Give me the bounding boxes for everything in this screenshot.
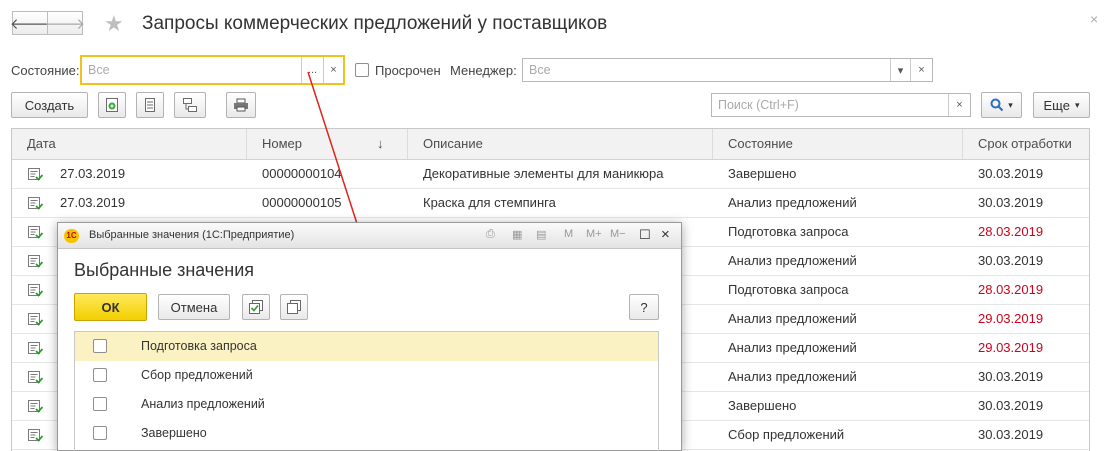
item-checkbox[interactable]: [93, 397, 107, 411]
dialog-titlebar: 1С Выбранные значения (1С:Предприятие) ⎙…: [58, 223, 681, 249]
memory-button[interactable]: M: [564, 228, 573, 240]
help-button[interactable]: ?: [629, 294, 659, 320]
uncheck-all-button[interactable]: [280, 294, 308, 320]
1c-logo-icon: 1С: [64, 229, 79, 243]
memory-minus-button[interactable]: M−: [610, 228, 626, 240]
dialog-heading: Выбранные значения: [74, 260, 255, 280]
list-item[interactable]: Завершено: [75, 419, 658, 448]
list-item[interactable]: Анализ предложений: [75, 390, 658, 419]
uncheck-all-icon: [287, 300, 301, 314]
calculator-icon[interactable]: ▦: [512, 228, 522, 241]
list-item[interactable]: Подготовка запроса: [75, 332, 658, 361]
check-all-icon: [249, 300, 263, 314]
item-checkbox[interactable]: [93, 426, 107, 440]
item-checkbox[interactable]: [93, 368, 107, 382]
values-list: Подготовка запроса Сбор предложений Анализ…: [74, 331, 659, 451]
item-label: Анализ предложений: [141, 397, 265, 411]
item-label: Подготовка запроса: [141, 339, 257, 353]
selected-values-dialog: 1С Выбранные значения (1С:Предприятие) ⎙…: [57, 222, 682, 451]
memory-plus-button[interactable]: M+: [586, 228, 602, 240]
ok-button[interactable]: ОК: [74, 293, 147, 321]
maximize-icon[interactable]: ☐: [639, 227, 651, 243]
calendar-icon[interactable]: ▤: [536, 228, 546, 241]
item-checkbox[interactable]: [93, 339, 107, 353]
dialog-window-title: Выбранные значения (1С:Предприятие): [89, 229, 295, 241]
item-label: Завершено: [141, 426, 207, 440]
cancel-button[interactable]: Отмена: [158, 294, 230, 320]
close-icon[interactable]: ×: [661, 226, 670, 243]
list-item[interactable]: Сбор предложений: [75, 361, 658, 390]
check-all-button[interactable]: [242, 294, 270, 320]
item-label: Сбор предложений: [141, 368, 253, 382]
printer-icon[interactable]: ⎙: [486, 228, 495, 241]
